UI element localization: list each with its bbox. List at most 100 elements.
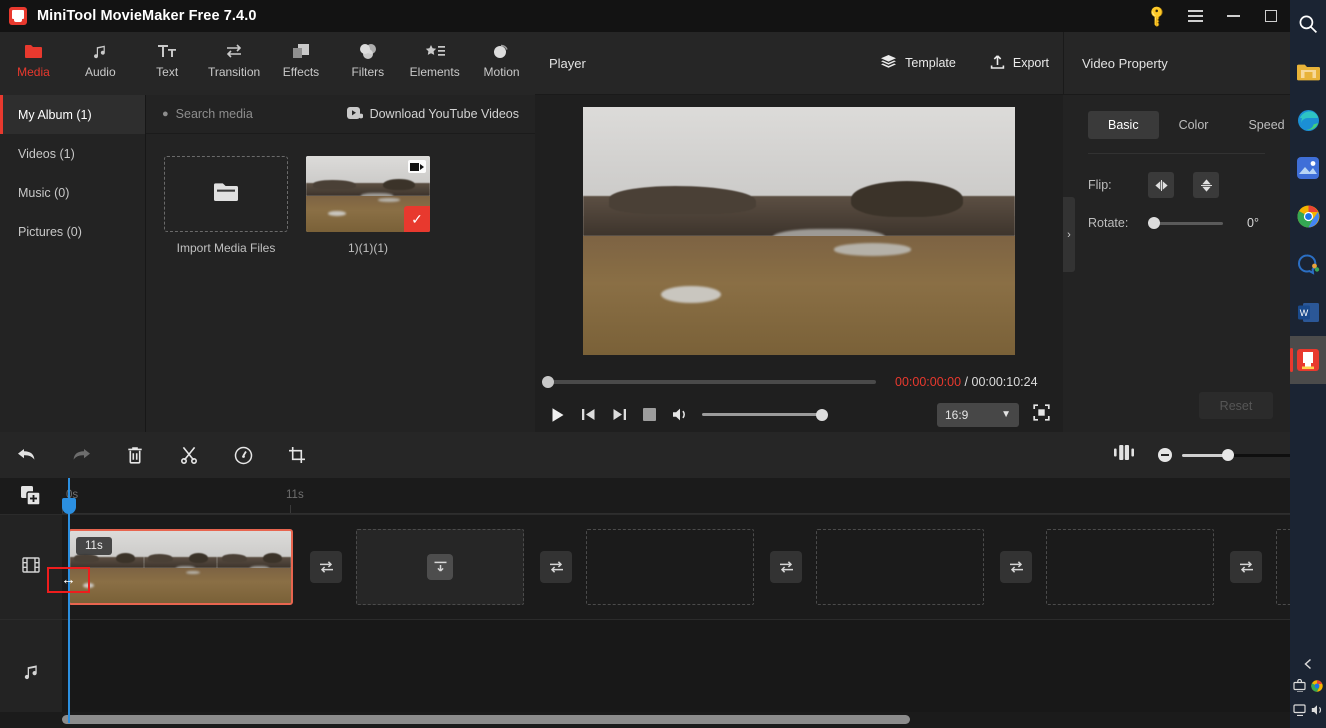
- tab-basic[interactable]: Basic: [1088, 111, 1159, 139]
- speed-button[interactable]: [216, 432, 270, 478]
- transition-slot-button[interactable]: [1230, 551, 1262, 583]
- download-youtube-button[interactable]: Download YouTube Videos: [346, 106, 519, 122]
- taskbar-file-explorer-icon[interactable]: [1290, 48, 1326, 96]
- key-icon[interactable]: 🔑: [1138, 0, 1176, 32]
- flip-vertical-icon[interactable]: [1193, 172, 1219, 198]
- nav-tab-transition[interactable]: Transition: [201, 38, 268, 79]
- tab-color[interactable]: Color: [1159, 111, 1229, 139]
- seek-knob[interactable]: [542, 376, 554, 388]
- nav-tab-text[interactable]: Text: [134, 38, 201, 79]
- zoom-slider[interactable]: [1182, 449, 1326, 461]
- nav-tab-audio[interactable]: Audio: [67, 38, 134, 79]
- taskbar-chrome-icon[interactable]: [1290, 192, 1326, 240]
- album-item-videos[interactable]: Videos (1): [0, 134, 145, 173]
- volume-icon[interactable]: [1311, 703, 1324, 721]
- network-lock-icon[interactable]: [1293, 678, 1308, 697]
- crop-button[interactable]: [270, 432, 324, 478]
- tray-row-1[interactable]: [1290, 676, 1326, 700]
- player-title: Player: [549, 55, 586, 71]
- split-view-icon[interactable]: [1114, 445, 1134, 465]
- album-item-pictures[interactable]: Pictures (0): [0, 212, 145, 251]
- search-input[interactable]: ● Search media: [162, 107, 253, 121]
- media-thumbnail[interactable]: ✓: [306, 156, 430, 232]
- flip-horizontal-icon[interactable]: [1148, 172, 1174, 198]
- taskbar-word-icon[interactable]: W: [1290, 288, 1326, 336]
- tray-row-2[interactable]: [1290, 700, 1326, 724]
- svg-text:W: W: [1299, 308, 1308, 318]
- import-drop-zone[interactable]: [164, 156, 288, 232]
- delete-button[interactable]: [108, 432, 162, 478]
- taskbar-search-icon[interactable]: [1290, 0, 1326, 48]
- stop-button[interactable]: [643, 408, 656, 421]
- playhead[interactable]: [62, 478, 76, 723]
- player-stage: [535, 95, 1063, 367]
- transition-slot-button[interactable]: [540, 551, 572, 583]
- taskbar-edge-icon[interactable]: [1290, 96, 1326, 144]
- zoom-knob[interactable]: [1222, 449, 1235, 461]
- taskbar-chat-icon[interactable]: [1290, 240, 1326, 288]
- export-button[interactable]: Export: [982, 54, 1049, 73]
- transition-slot-button[interactable]: [310, 551, 342, 583]
- undo-button[interactable]: [0, 432, 54, 478]
- video-track[interactable]: 11s: [62, 514, 1326, 619]
- volume-button[interactable]: [672, 407, 690, 422]
- duration: 00:00:10:24: [971, 375, 1038, 389]
- timeline-drop-slot[interactable]: [356, 529, 524, 605]
- aspect-ratio-select[interactable]: 16:9 ▼: [937, 402, 1019, 427]
- volume-knob[interactable]: [816, 408, 828, 421]
- video-property-header: Video Property: [1063, 32, 1290, 95]
- timeline-clip[interactable]: 11s: [68, 529, 293, 605]
- nav-tab-media[interactable]: Media: [0, 38, 67, 79]
- resize-horizontal-cursor: ↔: [61, 571, 76, 588]
- time-display: 00:00:00:00 / 00:00:10:24: [895, 375, 1038, 389]
- chevron-right-icon[interactable]: ›: [1063, 197, 1075, 272]
- rotate-slider[interactable]: [1148, 217, 1223, 229]
- hamburger-menu-icon[interactable]: [1176, 0, 1214, 32]
- reset-button[interactable]: Reset: [1199, 392, 1273, 419]
- taskbar-moviemaker-icon[interactable]: [1290, 336, 1326, 384]
- nav-tab-elements[interactable]: Elements: [401, 38, 468, 79]
- volume-slider[interactable]: [702, 408, 828, 421]
- check-icon[interactable]: ✓: [404, 206, 430, 232]
- split-button[interactable]: [162, 432, 216, 478]
- maximize-icon[interactable]: [1252, 0, 1290, 32]
- import-media-tile[interactable]: Import Media Files: [164, 156, 288, 255]
- video-preview[interactable]: [583, 107, 1015, 355]
- album-item-music[interactable]: Music (0): [0, 173, 145, 212]
- previous-frame-button[interactable]: [581, 407, 596, 422]
- taskbar-photos-icon[interactable]: [1290, 144, 1326, 192]
- timeline-drop-slot[interactable]: [816, 529, 984, 605]
- template-button[interactable]: Template: [872, 54, 956, 72]
- horizontal-scrollbar[interactable]: [62, 715, 910, 724]
- rotate-label: Rotate:: [1088, 216, 1129, 230]
- chrome-tray-icon[interactable]: [1311, 679, 1323, 697]
- add-track-button[interactable]: [0, 478, 62, 514]
- redo-button[interactable]: [54, 432, 108, 478]
- chevron-up-icon[interactable]: [1290, 652, 1326, 676]
- title-bar: MiniTool MovieMaker Free 7.4.0 🔑: [0, 0, 1290, 32]
- zoom-out-icon[interactable]: [1158, 448, 1172, 462]
- play-button[interactable]: [551, 407, 565, 423]
- nav-tab-effects[interactable]: Effects: [268, 38, 335, 79]
- rotate-knob[interactable]: [1148, 217, 1160, 229]
- fullscreen-icon[interactable]: [1033, 403, 1050, 426]
- seek-bar[interactable]: [542, 376, 876, 388]
- nav-tab-label: Media: [17, 65, 50, 79]
- layers-square-icon: [292, 38, 310, 64]
- timeline-gutter: [0, 478, 62, 728]
- minimize-icon[interactable]: [1214, 0, 1252, 32]
- nav-tab-filters[interactable]: Filters: [334, 38, 401, 79]
- music-note-icon: [22, 663, 40, 686]
- folder-icon: [24, 38, 43, 64]
- display-icon[interactable]: [1292, 703, 1308, 721]
- timeline-ruler[interactable]: 0s 11s: [62, 478, 1290, 514]
- media-clip-tile[interactable]: ✓ 1)(1)(1): [306, 156, 430, 255]
- timeline-drop-slot[interactable]: [1046, 529, 1214, 605]
- playhead-handle[interactable]: [62, 498, 76, 514]
- nav-tab-motion[interactable]: Motion: [468, 38, 535, 79]
- timeline-drop-slot[interactable]: [586, 529, 754, 605]
- transition-slot-button[interactable]: [770, 551, 802, 583]
- next-frame-button[interactable]: [612, 407, 627, 422]
- transition-slot-button[interactable]: [1000, 551, 1032, 583]
- album-item-my-album[interactable]: My Album (1): [0, 95, 145, 134]
